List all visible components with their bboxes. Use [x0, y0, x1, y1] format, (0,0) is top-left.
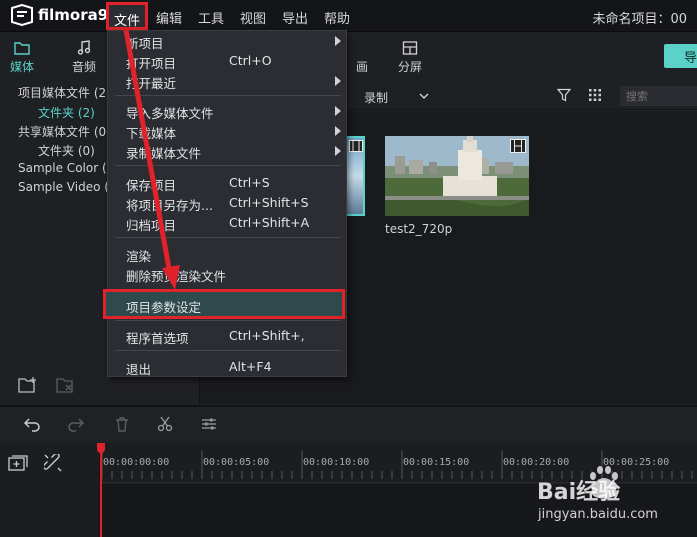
watermark-brand: Bai经验	[537, 480, 621, 505]
redo-icon[interactable]	[68, 416, 84, 432]
menu-item-label: 退出	[126, 362, 152, 377]
filmora-logo-icon	[11, 4, 33, 26]
menu-item-label: 下载媒体	[126, 126, 177, 141]
search-input[interactable]	[620, 86, 697, 106]
menu-item-save-as[interactable]: 将项目另存为... Ctrl+Shift+S	[107, 193, 347, 213]
menu-item-shortcut: Ctrl+Shift+S	[229, 195, 309, 210]
menu-item-save-project[interactable]: 保存项目 Ctrl+S	[107, 173, 347, 193]
menu-item-label: 导入多媒体文件	[126, 106, 214, 121]
menu-item-label: 打开项目	[126, 56, 177, 71]
scissors-icon[interactable]	[157, 416, 173, 432]
menu-item-label: 保存项目	[126, 178, 177, 193]
submenu-arrow-icon	[335, 126, 341, 136]
menu-item-label: 打开最近	[126, 76, 177, 91]
menu-item-open-recent[interactable]: 打开最近	[107, 71, 347, 91]
media-item-label: test2_720p	[385, 222, 453, 236]
tree-item-folder[interactable]: 文件夹 (0)	[38, 142, 95, 159]
chevron-down-icon[interactable]	[418, 90, 430, 102]
export-button[interactable]: 导	[664, 44, 697, 68]
menu-help[interactable]: 帮助	[324, 8, 350, 27]
menu-separator	[115, 320, 341, 321]
tab-audio[interactable]: 音频	[62, 40, 106, 75]
unlink-icon[interactable]	[44, 454, 62, 472]
menu-tools[interactable]: 工具	[198, 8, 224, 27]
media-thumbnail[interactable]	[385, 136, 529, 216]
menu-item-shortcut: Ctrl+Shift+,	[229, 328, 305, 343]
menu-item-label: 新项目	[126, 36, 164, 51]
menu-item-open-project[interactable]: 打开项目 Ctrl+O	[107, 51, 347, 71]
tree-item-folder[interactable]: 文件夹 (2)	[38, 104, 95, 121]
split-screen-icon	[402, 41, 418, 55]
menu-item-shortcut: Alt+F4	[229, 359, 272, 374]
menu-item-record-media[interactable]: 录制媒体文件	[107, 141, 347, 161]
timecode-label: 00:00:05:00	[203, 457, 270, 468]
menu-item-archive[interactable]: 归档项目 Ctrl+Shift+A	[107, 213, 347, 233]
film-icon	[349, 140, 363, 152]
submenu-arrow-icon	[335, 76, 341, 86]
menu-view[interactable]: 视图	[240, 8, 266, 27]
menu-item-download-media[interactable]: 下载媒体	[107, 121, 347, 141]
timecode-label: 00:00:10:00	[303, 457, 370, 468]
thumbnail-image	[385, 136, 529, 216]
submenu-arrow-icon	[335, 106, 341, 116]
menu-edit[interactable]: 编辑	[156, 8, 182, 27]
menu-separator	[115, 237, 341, 238]
menu-item-label: 删除预览渲染文件	[126, 269, 227, 284]
tree-item-shared-media[interactable]: 共享媒体文件 (0	[18, 123, 106, 140]
menu-item-exit[interactable]: 退出 Alt+F4	[107, 357, 347, 377]
menu-item-label: 程序首选项	[126, 331, 189, 346]
menu-item-shortcut: Ctrl+S	[229, 175, 270, 190]
menu-item-delete-render[interactable]: 删除预览渲染文件	[107, 264, 347, 284]
menu-export[interactable]: 导出	[282, 8, 308, 27]
remove-folder-icon[interactable]	[56, 376, 76, 394]
timeline-toolbar	[0, 405, 697, 443]
tab-media[interactable]: 媒体	[0, 40, 44, 75]
media-thumbnail[interactable]	[345, 136, 365, 216]
menu-item-preferences[interactable]: 程序首选项 Ctrl+Shift+,	[107, 326, 347, 346]
delete-icon[interactable]	[114, 416, 130, 432]
add-track-icon[interactable]	[8, 455, 28, 471]
adjust-icon[interactable]	[201, 416, 217, 432]
menu-item-new-project[interactable]: 新项目	[107, 31, 347, 51]
tree-item-project-media[interactable]: 项目媒体文件 (2	[18, 84, 106, 101]
tab-split-screen[interactable]: 分屏	[388, 40, 432, 75]
add-folder-icon[interactable]	[18, 376, 38, 394]
tree-item-sample-video[interactable]: Sample Video (2	[18, 180, 117, 194]
menu-item-shortcut: Ctrl+O	[229, 53, 272, 68]
menu-item-label: 项目参数设定	[126, 300, 202, 315]
undo-icon[interactable]	[24, 416, 40, 432]
menu-file[interactable]: 文件	[106, 2, 148, 30]
project-title: 未命名项目：00	[592, 12, 687, 27]
submenu-arrow-icon	[335, 36, 341, 46]
filter-icon[interactable]	[557, 88, 571, 102]
menu-item-import-media[interactable]: 导入多媒体文件	[107, 101, 347, 121]
menu-item-label: 归档项目	[126, 218, 177, 233]
menu-separator	[115, 350, 341, 351]
menu-separator	[115, 165, 341, 166]
watermark-url: jingyan.baidu.com	[538, 507, 658, 522]
app-logo-text: filmora9	[38, 6, 109, 24]
menu-item-project-settings[interactable]: 项目参数设定	[103, 289, 345, 319]
menu-item-render[interactable]: 渲染	[107, 244, 347, 264]
timecode-label: 00:00:15:00	[403, 457, 470, 468]
film-icon	[510, 139, 526, 153]
tree-item-sample-color[interactable]: Sample Color (1	[18, 161, 114, 175]
menu-separator	[115, 95, 341, 96]
tab-split-label: 分屏	[397, 60, 422, 74]
menu-item-label: 渲染	[126, 249, 152, 264]
submenu-arrow-icon	[335, 146, 341, 156]
playhead[interactable]	[100, 443, 102, 537]
menu-item-shortcut: Ctrl+Shift+A	[229, 215, 310, 230]
tab-audio-label: 音频	[71, 60, 96, 74]
grid-view-icon[interactable]	[588, 88, 602, 102]
menu-item-label: 录制媒体文件	[126, 146, 202, 161]
timecode-label: 00:00:00:00	[103, 457, 170, 468]
menu-item-label: 将项目另存为...	[126, 198, 213, 213]
record-dropdown[interactable]: 录制	[364, 89, 388, 106]
folder-icon	[14, 42, 30, 55]
tab-media-label: 媒体	[9, 60, 34, 74]
music-note-icon	[77, 40, 91, 55]
tab-partial-label: 画	[355, 60, 368, 74]
